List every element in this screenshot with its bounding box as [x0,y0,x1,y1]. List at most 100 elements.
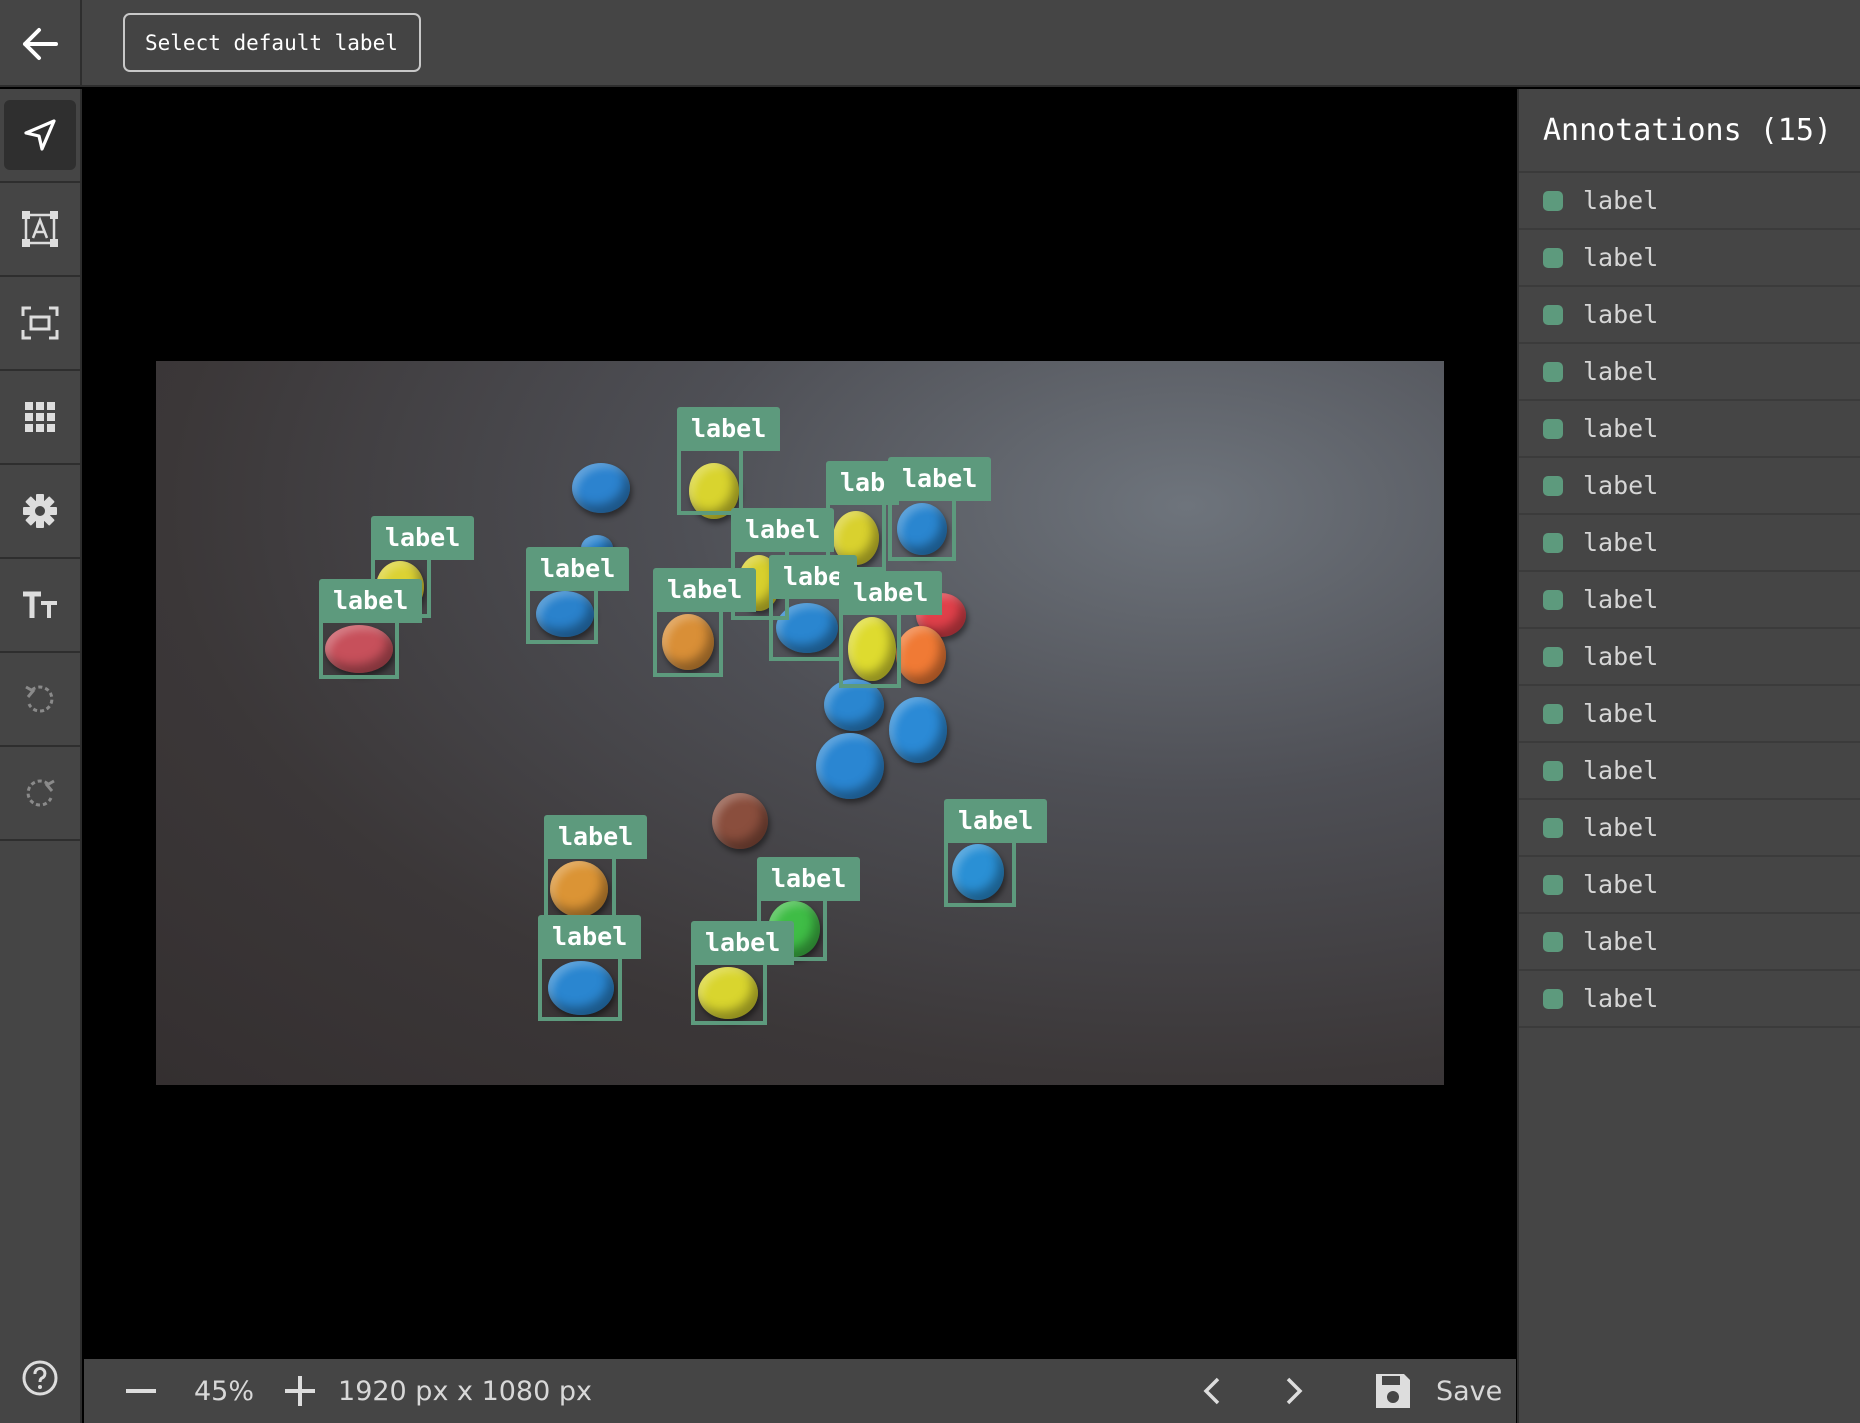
annotation-list-item[interactable]: label [1519,173,1860,230]
annotation-label: label [1583,870,1659,899]
annotation-label: label [1583,357,1659,386]
label-color-swatch [1543,304,1563,325]
select-tool-button[interactable] [0,89,80,183]
arrow-left-icon [23,27,58,60]
label-color-swatch [1543,475,1563,496]
annotations-title: Annotations (15) [1519,89,1860,173]
navigation-arrow-icon [24,119,56,151]
zoom-out-button[interactable] [126,1371,156,1411]
label-color-swatch [1543,418,1563,439]
label-color-swatch [1543,646,1563,667]
bounding-box[interactable]: label [839,571,943,688]
bounding-box[interactable]: label [677,407,781,515]
text-size-tool-button[interactable] [0,559,80,653]
annotation-label: label [1583,243,1659,272]
label-color-swatch [1543,874,1563,895]
plus-icon [285,1376,316,1406]
annotation-label: label [1583,813,1659,842]
annotation-label: label [1583,756,1659,785]
annotation-label: label [1583,927,1659,956]
undo-icon [25,685,54,713]
previous-image-button[interactable] [1192,1371,1232,1411]
annotation-list-item[interactable]: label [1519,230,1860,287]
text-box-icon [22,211,58,247]
label-color-swatch [1543,988,1563,1009]
undo-tool-button[interactable] [0,653,80,747]
annotation-list-item[interactable]: label [1519,914,1860,971]
bounding-box[interactable]: label [653,568,757,677]
focus-frame-icon [21,306,59,340]
settings-tool-button[interactable] [0,465,80,559]
annotation-list-item[interactable]: label [1519,344,1860,401]
annotation-list-item[interactable]: label [1519,743,1860,800]
help-circle-icon [22,1360,58,1396]
grid-icon [25,402,55,432]
annotation-list-item[interactable]: label [1519,857,1860,914]
candy-blue [816,733,884,799]
annotation-label: label [1583,528,1659,557]
annotation-list-item[interactable]: label [1519,458,1860,515]
bounding-box[interactable]: labe [769,555,858,661]
text-annotation-tool-button[interactable] [0,183,80,277]
annotation-list-item[interactable]: label [1519,971,1860,1028]
label-color-swatch [1543,817,1563,838]
annotation-list-item[interactable]: label [1519,686,1860,743]
default-label-button[interactable]: Select default label [123,13,421,72]
annotation-list-item[interactable]: label [1519,287,1860,344]
save-button[interactable]: Save [1374,1367,1502,1415]
bbox-label[interactable]: label [731,508,835,552]
floppy-disk-icon [1376,1374,1410,1408]
annotation-list-item[interactable]: label [1519,800,1860,857]
bbox-label[interactable]: label [653,568,757,612]
label-color-swatch [1543,190,1563,211]
next-image-button[interactable] [1274,1371,1314,1411]
annotation-label: label [1583,186,1659,215]
image-dimensions: 1920 px x 1080 px [338,1375,592,1407]
help-button[interactable] [0,1333,80,1423]
annotated-image[interactable]: label label label lab label label label … [156,361,1444,1085]
annotation-list-item[interactable]: label [1519,572,1860,629]
redo-icon [26,779,55,807]
bbox-label[interactable]: label [526,547,630,591]
candy-blue [889,697,947,763]
bounding-box[interactable]: label [888,457,992,561]
bounding-box-tool-button[interactable] [0,277,80,371]
candy-blue [572,463,630,513]
label-color-swatch [1543,760,1563,781]
grid-tool-button[interactable] [0,371,80,465]
annotation-label: label [1583,984,1659,1013]
bounding-box[interactable]: label [538,915,642,1021]
bbox-label[interactable]: label [319,579,423,623]
back-button[interactable] [0,0,82,87]
annotations-list: label label label label label label label label… [1519,173,1860,1028]
label-color-swatch [1543,703,1563,724]
bounding-box[interactable]: label [319,579,423,679]
annotations-panel: Annotations (15) label label label label lab… [1517,89,1860,1423]
bbox-label[interactable]: label [544,815,648,859]
label-color-swatch [1543,361,1563,382]
annotation-label: label [1583,414,1659,443]
bbox-label[interactable]: label [839,571,943,615]
label-color-swatch [1543,931,1563,952]
redo-tool-button[interactable] [0,747,80,841]
annotation-label: label [1583,585,1659,614]
bounding-box[interactable]: label [526,547,630,644]
bbox-label[interactable]: label [538,915,642,959]
bbox-label[interactable]: label [888,457,992,501]
annotation-list-item[interactable]: label [1519,515,1860,572]
bbox-label[interactable]: label [691,921,795,965]
candy-brown [712,793,768,849]
annotation-canvas[interactable]: label label label lab label label label … [84,89,1516,1359]
annotation-list-item[interactable]: label [1519,629,1860,686]
bbox-label[interactable]: label [757,857,861,901]
bbox-label[interactable]: label [677,407,781,451]
bounding-box[interactable]: label [944,799,1048,907]
zoom-in-button[interactable] [284,1371,316,1411]
bbox-label[interactable]: label [944,799,1048,843]
annotation-list-item[interactable]: label [1519,401,1860,458]
top-bar: Select default label [0,0,1860,87]
bottom-bar: 45% 1920 px x 1080 px Save [84,1359,1516,1423]
bounding-box[interactable]: label [691,921,795,1025]
annotation-label: label [1583,642,1659,671]
bbox-label[interactable]: label [371,516,475,560]
